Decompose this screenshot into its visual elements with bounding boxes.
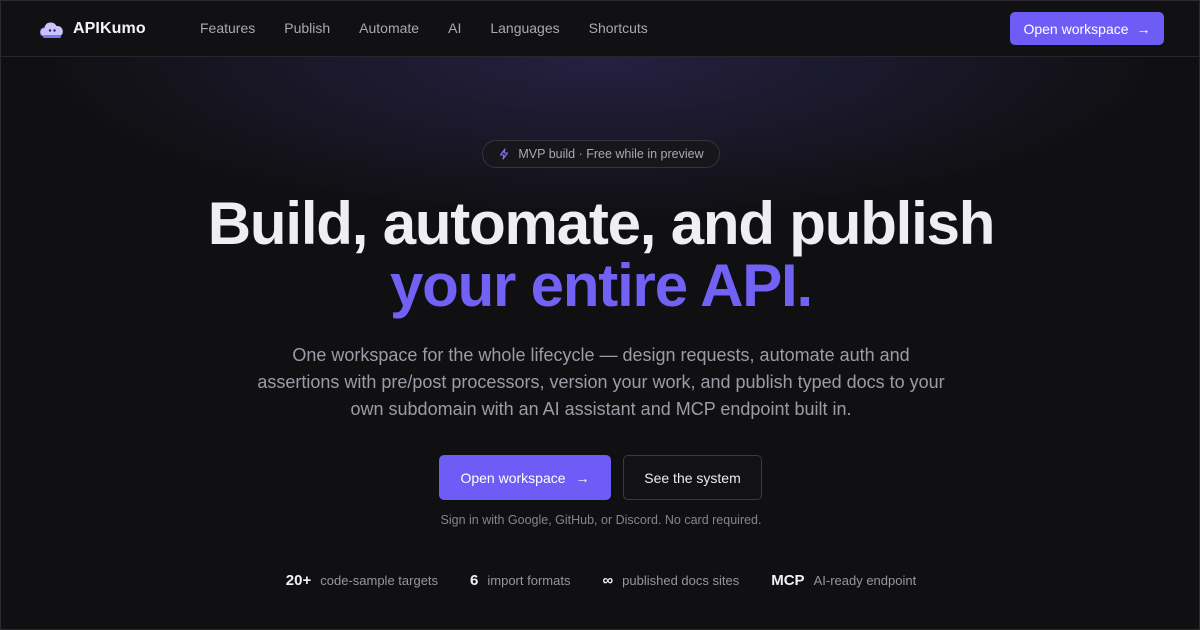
stat-item: 20+ code-sample targets xyxy=(286,572,438,589)
stat-label: code-sample targets xyxy=(320,573,439,588)
stat-value: MCP xyxy=(771,572,805,589)
see-the-system-button[interactable]: See the system xyxy=(623,455,762,500)
stats-row: 20+ code-sample targets 6 import formats… xyxy=(1,572,1199,589)
arrow-right-icon: → xyxy=(575,469,590,486)
headline-line-1: Build, automate, and publish xyxy=(207,190,996,257)
stat-value: 20+ xyxy=(285,572,312,589)
nav-link-publish[interactable]: Publish xyxy=(284,20,330,36)
stat-label: published docs sites xyxy=(622,573,740,588)
hero-subtitle: One workspace for the whole lifecycle — … xyxy=(257,345,945,419)
signin-note: Sign in with Google, GitHub, or Discord.… xyxy=(440,513,762,527)
stat-item: MCP AI-ready endpoint xyxy=(771,572,916,589)
stat-item: ∞ published docs sites xyxy=(602,572,739,589)
stat-item: 6 import formats xyxy=(470,572,570,589)
open-workspace-button[interactable]: Open workspace → xyxy=(439,455,611,500)
nav-open-workspace-button[interactable]: Open workspace → xyxy=(1010,12,1164,45)
arrow-right-icon: → xyxy=(1136,20,1151,37)
nav-link-automate[interactable]: Automate xyxy=(359,20,419,36)
nav-link-ai[interactable]: AI xyxy=(448,20,461,36)
stat-label: AI-ready endpoint xyxy=(813,573,917,588)
primary-cta-label: Open workspace xyxy=(460,469,566,486)
stat-value: ∞ xyxy=(602,572,614,589)
nav-cta-label: Open workspace xyxy=(1023,20,1129,37)
cloud-logo-icon xyxy=(39,22,63,38)
brand-name: APIKumo xyxy=(73,20,146,37)
nav-link-features[interactable]: Features xyxy=(200,20,255,36)
top-nav: APIKumo Features Publish Automate AI Lan… xyxy=(1,1,1199,57)
stat-label: import formats xyxy=(487,573,571,588)
preview-badge: MVP build · Free while in preview xyxy=(482,140,720,168)
headline-line-2: your entire API. xyxy=(389,252,813,319)
stat-value: 6 xyxy=(470,572,479,589)
nav-link-languages[interactable]: Languages xyxy=(490,20,559,36)
nav-links: Features Publish Automate AI Languages S… xyxy=(200,20,677,36)
nav-link-shortcuts[interactable]: Shortcuts xyxy=(589,20,648,36)
secondary-cta-label: See the system xyxy=(644,469,741,486)
badge-text: MVP build · Free while in preview xyxy=(518,147,704,161)
page: APIKumo Features Publish Automate AI Lan… xyxy=(0,0,1200,630)
lightning-icon xyxy=(500,148,509,160)
brand[interactable]: APIKumo xyxy=(39,17,146,41)
